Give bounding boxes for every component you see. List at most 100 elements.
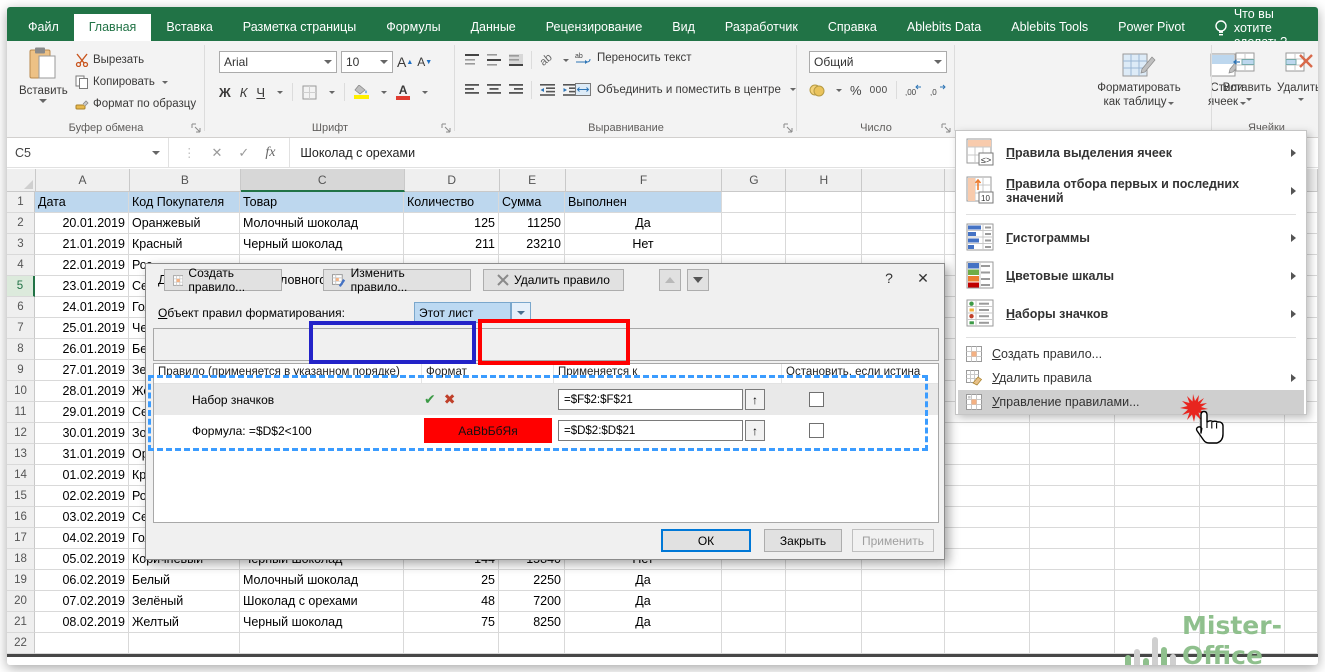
cell[interactable]	[1285, 570, 1318, 591]
cell[interactable]: Дата	[35, 192, 129, 213]
cell[interactable]: 24.01.2019	[35, 297, 129, 318]
rule-row[interactable]: Набор значков✔✖=$F$2:$F$21↑	[154, 384, 938, 415]
cell[interactable]	[862, 591, 945, 612]
cell[interactable]: 11250	[499, 213, 565, 234]
cell[interactable]: Желтый	[129, 612, 240, 633]
tab-вид[interactable]: Вид	[657, 14, 710, 41]
row-header[interactable]: 13	[7, 444, 35, 465]
cell[interactable]	[1285, 507, 1318, 528]
cell[interactable]	[1285, 423, 1318, 444]
menu-item-цветовые-шкалы[interactable]: Цветовые шкалы	[958, 257, 1304, 295]
insert-cells-button[interactable]: Вставить	[1221, 43, 1273, 101]
cell[interactable]: 28.01.2019	[35, 381, 129, 402]
cell[interactable]	[1200, 423, 1285, 444]
cell[interactable]	[1200, 507, 1285, 528]
font-name-combo[interactable]: Arial	[219, 51, 337, 73]
enter-icon[interactable]: ✓	[238, 145, 249, 161]
cell[interactable]	[786, 612, 862, 633]
cell[interactable]	[1200, 549, 1285, 570]
cell[interactable]: Да	[565, 570, 722, 591]
cell[interactable]	[1115, 465, 1200, 486]
column-header[interactable]: E	[500, 169, 566, 192]
cell[interactable]	[1115, 507, 1200, 528]
column-header[interactable]: B	[130, 169, 241, 192]
row-header[interactable]: 6	[7, 297, 35, 318]
tell-me[interactable]: Что вы хотите сделать?	[1200, 14, 1318, 41]
tab-данные[interactable]: Данные	[456, 14, 531, 41]
cell[interactable]	[786, 213, 862, 234]
font-color-button[interactable]: А	[396, 85, 410, 100]
cell[interactable]: 08.02.2019	[35, 612, 129, 633]
row-header[interactable]: 10	[7, 381, 35, 402]
cell[interactable]	[1285, 591, 1318, 612]
cell[interactable]: Код Покупателя	[129, 192, 240, 213]
alignment-dialog-launcher[interactable]	[783, 123, 794, 134]
borders-icon[interactable]	[302, 85, 317, 100]
cell[interactable]	[1115, 486, 1200, 507]
collapse-dialog-button[interactable]: ↑	[745, 420, 765, 441]
grow-font-button[interactable]: A▲	[397, 54, 413, 70]
dialog-help-button[interactable]: ?	[876, 270, 902, 286]
cell[interactable]	[1200, 528, 1285, 549]
name-box[interactable]: C5	[7, 138, 169, 167]
cell[interactable]: 01.02.2019	[35, 465, 129, 486]
cell[interactable]	[129, 633, 240, 654]
cell[interactable]: 06.02.2019	[35, 570, 129, 591]
tab-вставка[interactable]: Вставка	[151, 14, 227, 41]
menu-item-управление-правилами[interactable]: Управление правилами...	[958, 390, 1304, 414]
cell[interactable]	[35, 633, 129, 654]
cell[interactable]: 31.01.2019	[35, 444, 129, 465]
menu-item-правила-выделения-ячеек[interactable]: ≤>Правила выделения ячеек	[958, 134, 1304, 172]
cell[interactable]	[722, 591, 786, 612]
select-all-corner[interactable]	[7, 169, 36, 192]
row-header[interactable]: 22	[7, 633, 35, 654]
stop-if-true-checkbox[interactable]	[809, 423, 824, 438]
cell[interactable]: 20.01.2019	[35, 213, 129, 234]
number-format-combo[interactable]: Общий	[809, 51, 947, 73]
paste-button[interactable]: Вставить	[19, 47, 68, 103]
cell[interactable]: Молочный шоколад	[240, 213, 404, 234]
cell[interactable]	[1115, 528, 1200, 549]
column-header[interactable]: G	[722, 169, 786, 192]
bold-button[interactable]: Ж	[219, 85, 231, 100]
column-header[interactable]: D	[405, 169, 500, 192]
tab-рецензирование[interactable]: Рецензирование	[531, 14, 658, 41]
cell[interactable]	[1200, 465, 1285, 486]
cell[interactable]	[1285, 528, 1318, 549]
delete-cells-button[interactable]: Удалить	[1273, 43, 1318, 101]
accounting-icon[interactable]	[809, 84, 825, 97]
move-rule-up-button[interactable]	[659, 269, 681, 291]
cell[interactable]: 07.02.2019	[35, 591, 129, 612]
cell[interactable]	[1200, 591, 1285, 612]
cell[interactable]	[722, 570, 786, 591]
cell[interactable]: 26.01.2019	[35, 339, 129, 360]
close-button[interactable]: Закрыть	[764, 529, 842, 552]
row-header[interactable]: 18	[7, 549, 35, 570]
cell[interactable]: 30.01.2019	[35, 423, 129, 444]
delete-rule-button[interactable]: Удалить правило	[483, 269, 624, 291]
format-as-table-button[interactable]: Форматироватькак таблицу	[1083, 43, 1195, 109]
row-header[interactable]: 17	[7, 528, 35, 549]
underline-dropdown-arrow[interactable]	[277, 91, 283, 94]
collapse-dialog-button[interactable]: ↑	[745, 389, 765, 410]
cell[interactable]	[1200, 570, 1285, 591]
wrap-text-button[interactable]: ab Переносить текст	[575, 51, 692, 65]
cell[interactable]: Черный шоколад	[240, 234, 404, 255]
cell[interactable]	[1030, 633, 1115, 654]
formula-input[interactable]: Шоколад с орехами	[289, 138, 415, 167]
cell[interactable]	[862, 633, 945, 654]
cell[interactable]: Нет	[565, 234, 722, 255]
cell[interactable]: 75	[404, 612, 499, 633]
cell[interactable]: 23210	[499, 234, 565, 255]
align-left-icon[interactable]	[465, 84, 479, 96]
cell[interactable]: 27.01.2019	[35, 360, 129, 381]
cell[interactable]	[1285, 465, 1318, 486]
cell[interactable]	[1200, 486, 1285, 507]
cell[interactable]: 21.01.2019	[35, 234, 129, 255]
cell[interactable]: Белый	[129, 570, 240, 591]
row-header[interactable]: 7	[7, 318, 35, 339]
cell[interactable]	[945, 528, 1030, 549]
clipboard-dialog-launcher[interactable]	[191, 123, 202, 134]
cell[interactable]: Шоколад с орехами	[240, 591, 404, 612]
cell[interactable]: Да	[565, 213, 722, 234]
